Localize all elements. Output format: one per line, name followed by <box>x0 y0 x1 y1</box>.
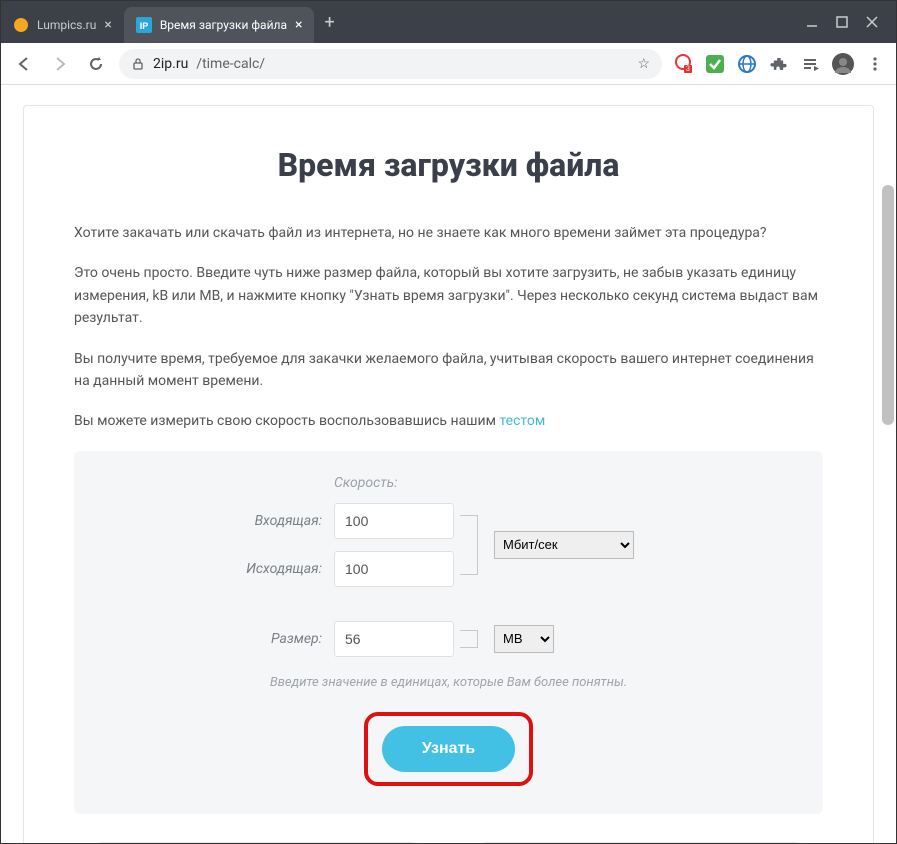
back-button[interactable] <box>11 51 37 77</box>
address-bar[interactable]: 2ip.ru/time-calc/ ☆ <box>119 49 662 79</box>
submit-button[interactable]: Узнать <box>382 726 515 772</box>
browser-toolbar: 2ip.ru/time-calc/ ☆ 3 <box>1 43 896 85</box>
intro-paragraph: Хотите закачать или скачать файл из инте… <box>74 222 823 244</box>
globe-ext-icon[interactable] <box>736 53 758 75</box>
main-card: Время загрузки файла Хотите закачать или… <box>23 105 874 843</box>
extension-icons: 3 <box>672 53 886 75</box>
url-path: /time-calc/ <box>196 56 265 72</box>
browser-tab-lumpics[interactable]: Lumpics.ru × <box>1 7 124 43</box>
bracket-decor <box>460 630 478 648</box>
maximize-icon[interactable] <box>836 16 848 28</box>
page-title: Время загрузки файла <box>74 146 823 184</box>
speed-unit-select[interactable]: Мбит/сек <box>494 531 634 559</box>
related-links: Скорость интернет соединения → О битах, … <box>74 842 823 843</box>
test-link-paragraph: Вы можете измерить свою скорость восполь… <box>74 410 823 432</box>
profile-avatar[interactable] <box>832 53 854 75</box>
url-domain: 2ip.ru <box>153 56 188 72</box>
playlist-icon[interactable] <box>800 53 822 75</box>
window-close-icon[interactable] <box>866 16 878 28</box>
svg-text:IP: IP <box>140 21 149 31</box>
page-viewport: Время загрузки файла Хотите закачать или… <box>1 85 896 843</box>
favicon-2ip: IP <box>136 17 152 33</box>
speed-heading-value: Скорость: <box>334 475 634 491</box>
speed-test-link[interactable]: тестом <box>499 413 545 429</box>
content-text: Хотите закачать или скачать файл из инте… <box>74 222 823 433</box>
outgoing-input[interactable] <box>334 551 454 587</box>
result-paragraph: Вы получите время, требуемое для закачки… <box>74 348 823 393</box>
highlight-annotation: Узнать <box>364 712 533 786</box>
adblock-icon[interactable]: 3 <box>672 53 694 75</box>
lock-icon <box>131 57 145 71</box>
form-hint: Введите значение в единицах, которые Вам… <box>94 675 803 690</box>
reload-button[interactable] <box>83 51 109 77</box>
vertical-scrollbar[interactable] <box>882 185 894 425</box>
tab-title: Время загрузки файла <box>160 18 287 32</box>
tab-title: Lumpics.ru <box>37 18 96 32</box>
extensions-icon[interactable] <box>768 53 790 75</box>
forward-button[interactable] <box>47 51 73 77</box>
link-card-bits[interactable]: О битах, байтах и скорости интернет → <box>459 842 824 843</box>
checkmark-ext-icon[interactable] <box>704 53 726 75</box>
browser-titlebar: Lumpics.ru × IP Время загрузки файла × + <box>1 1 896 43</box>
size-label: Размер: <box>94 631 334 647</box>
minimize-icon[interactable] <box>806 16 818 28</box>
close-icon[interactable]: × <box>104 17 111 33</box>
bracket-decor <box>460 515 478 575</box>
browser-tab-2ip[interactable]: IP Время загрузки файла × <box>124 7 315 43</box>
close-icon[interactable]: × <box>295 17 302 33</box>
window-controls <box>788 16 896 28</box>
menu-icon[interactable] <box>864 53 886 75</box>
new-tab-button[interactable]: + <box>314 12 344 33</box>
incoming-input[interactable] <box>334 503 454 539</box>
bookmark-star-icon[interactable]: ☆ <box>637 56 650 72</box>
svg-text:3: 3 <box>686 65 690 73</box>
favicon-lumpics <box>13 17 29 33</box>
size-unit-select[interactable]: MB <box>494 625 554 653</box>
howto-paragraph: Это очень просто. Введите чуть ниже разм… <box>74 262 823 329</box>
calculator-form: Скорость: Входящая: Мбит/сек Исходящая: … <box>74 451 823 814</box>
incoming-label: Входящая: <box>94 513 334 529</box>
outgoing-label: Исходящая: <box>94 561 334 577</box>
link-card-speed[interactable]: Скорость интернет соединения → <box>74 842 439 843</box>
size-input[interactable] <box>334 621 454 657</box>
